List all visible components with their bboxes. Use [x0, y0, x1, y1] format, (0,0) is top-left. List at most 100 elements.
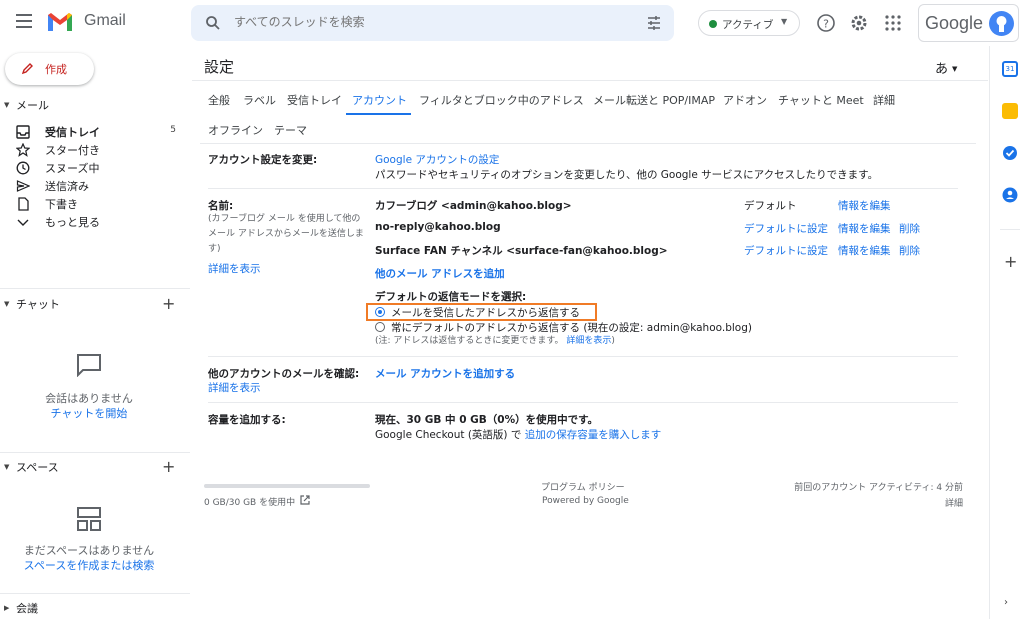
sidebar-item-inbox[interactable]: 受信トレイ 5 [16, 124, 176, 140]
input-tools-button[interactable]: あ ▼ [935, 58, 957, 77]
storage-label: 容量を追加する: [208, 414, 286, 426]
add-chat-plus-icon[interactable]: + [162, 294, 175, 313]
tab-forwarding[interactable]: メール転送と POP/IMAP [593, 92, 715, 108]
search-input[interactable] [234, 15, 614, 29]
storage-usage-bar [204, 484, 370, 488]
meet-section-header[interactable]: 会議 [16, 600, 38, 616]
search-options-icon[interactable] [646, 15, 662, 31]
reply-mode-label: デフォルトの返信モードを選択: [375, 291, 527, 303]
storage-checkout-text: Google Checkout (英語版) で [375, 429, 522, 441]
account-switcher[interactable]: Google [918, 4, 1019, 42]
default-label: デフォルト [744, 200, 797, 212]
delete-link[interactable]: 削除 [899, 221, 920, 236]
add-address-link[interactable]: 他のメール アドレスを追加 [375, 266, 505, 281]
buy-storage-link[interactable]: 追加の保存容量を購入します [525, 429, 662, 441]
tab-chat-meet[interactable]: チャットと Meet [778, 92, 864, 108]
divider [200, 143, 976, 144]
set-default-link[interactable]: デフォルトに設定 [744, 243, 828, 258]
reply-from-received-radio[interactable] [375, 307, 385, 317]
spaces-section-header[interactable]: スペース [16, 459, 59, 475]
chevron-down-icon [17, 219, 29, 226]
name-details-link[interactable]: 詳細を表示 [208, 261, 261, 276]
program-policy-link[interactable]: プログラム ポリシー [541, 480, 625, 493]
reply-note: (注: アドレスは返信するときに変更できます。 詳細を表示) [375, 334, 615, 349]
edit-info-link[interactable]: 情報を編集 [838, 243, 891, 258]
delete-link[interactable]: 削除 [899, 243, 920, 258]
caret-down-icon: ▼ [781, 17, 788, 26]
tab-addons[interactable]: アドオン [723, 92, 767, 108]
sidebar-item-label: もっと見る [45, 216, 100, 229]
contacts-icon[interactable] [1002, 187, 1018, 203]
mail-section-header[interactable]: メール [16, 97, 49, 113]
tab-advanced[interactable]: 詳細 [873, 92, 895, 108]
last-activity: 前回のアカウント アクティビティ: 4 分前 [794, 483, 963, 493]
status-selector[interactable]: アクティブ ▼ [698, 10, 800, 36]
top-bar: Gmail アクティブ ▼ ? Google [0, 0, 1024, 46]
reply-from-default-radio[interactable] [375, 322, 385, 332]
input-tools-label: あ [935, 62, 949, 77]
gmail-logo-icon[interactable] [46, 11, 74, 33]
inbox-icon [16, 125, 30, 139]
edit-info-link[interactable]: 情報を編集 [838, 198, 891, 213]
set-default-link[interactable]: デフォルトに設定 [744, 221, 828, 236]
apps-grid-icon[interactable] [883, 13, 903, 33]
keep-icon[interactable] [1002, 103, 1018, 119]
tab-offline[interactable]: オフライン [208, 122, 263, 138]
compose-button[interactable]: 作成 [5, 53, 94, 85]
reply-note-text: (注: アドレスは返信するときに変更できます。 [375, 336, 564, 346]
powered-by-google: Powered by Google [542, 496, 629, 506]
search-bar[interactable] [191, 5, 674, 41]
tasks-icon[interactable] [1002, 145, 1018, 161]
name-note-line: メール アドレスからメールを送信しま [208, 229, 364, 239]
external-link-icon[interactable] [299, 494, 311, 506]
expand-panel-chevron-icon[interactable]: › [1004, 597, 1008, 608]
calendar-icon[interactable]: 31 [1002, 61, 1018, 77]
collapse-triangle-icon[interactable]: ▼ [4, 101, 9, 109]
tab-general[interactable]: 全般 [208, 92, 230, 108]
reply-option-label: 常にデフォルトのアドレスから返信する (現在の設定: admin@kahoo.b… [391, 322, 752, 334]
sidebar-item-snoozed[interactable]: スヌーズ中 [16, 160, 176, 176]
collapse-triangle-icon[interactable]: ▼ [4, 300, 9, 308]
settings-gear-icon[interactable] [849, 13, 869, 33]
expand-triangle-icon[interactable]: ▶ [4, 604, 9, 612]
chat-section-header[interactable]: チャット [16, 296, 60, 312]
activity-details-link[interactable]: 詳細 [863, 496, 963, 509]
avatar[interactable] [989, 11, 1014, 36]
active-tab-indicator [346, 113, 411, 115]
account-name: Surface FAN チャンネル <surface-fan@kahoo.blo… [375, 245, 668, 257]
storage-purchase-line: Google Checkout (英語版) で 追加の保存容量を購入します [375, 427, 661, 442]
sidebar-item-starred[interactable]: スター付き [16, 142, 176, 158]
storage-usage: 現在、30 GB 中 0 GB（0%）を使用中です。 [375, 414, 599, 426]
collapse-triangle-icon[interactable]: ▼ [4, 463, 9, 471]
divider [192, 80, 988, 81]
sidebar-item-more[interactable]: もっと見る [16, 214, 176, 230]
add-space-plus-icon[interactable]: + [162, 457, 175, 476]
reply-option-label: メールを受信したアドレスから返信する [391, 307, 580, 319]
edit-info-link[interactable]: 情報を編集 [838, 221, 891, 236]
unread-count: 5 [170, 125, 176, 135]
tab-themes[interactable]: テーマ [274, 122, 307, 138]
sidebar-item-drafts[interactable]: 下書き [16, 196, 176, 212]
chat-empty-text: 会話はありません [45, 392, 133, 405]
tab-filters[interactable]: フィルタとブロック中のアドレス [419, 92, 584, 108]
get-addons-plus-icon[interactable]: + [1004, 252, 1017, 271]
create-space-link[interactable]: スペースを作成または検索 [0, 557, 178, 573]
gmail-app: Gmail アクティブ ▼ ? Google 作成 ▼ メール 受信トレイ 5 [0, 0, 1024, 619]
caret-down-icon: ▼ [952, 65, 958, 73]
compose-label: 作成 [45, 63, 67, 76]
tab-labels[interactable]: ラベル [243, 92, 276, 108]
reply-note-details-link[interactable]: 詳細を表示 [566, 336, 611, 346]
main-menu-icon[interactable] [16, 14, 32, 28]
name-note: (カフーブログ メール を使用して他の メール アドレスからメールを送信しま す… [208, 212, 368, 257]
tab-accounts[interactable]: アカウント [352, 92, 407, 108]
search-icon[interactable] [205, 15, 221, 31]
add-mail-account-link[interactable]: メール アカウントを追加する [375, 366, 515, 381]
clock-icon [16, 161, 30, 175]
sidebar-item-sent[interactable]: 送信済み [16, 178, 176, 194]
help-icon[interactable]: ? [816, 13, 836, 33]
other-accounts-details-link[interactable]: 詳細を表示 [208, 380, 261, 395]
google-account-settings-link[interactable]: Google アカウントの設定 [375, 152, 499, 167]
draft-icon [18, 197, 29, 211]
start-chat-link[interactable]: チャットを開始 [0, 405, 178, 421]
tab-inbox[interactable]: 受信トレイ [287, 92, 342, 108]
